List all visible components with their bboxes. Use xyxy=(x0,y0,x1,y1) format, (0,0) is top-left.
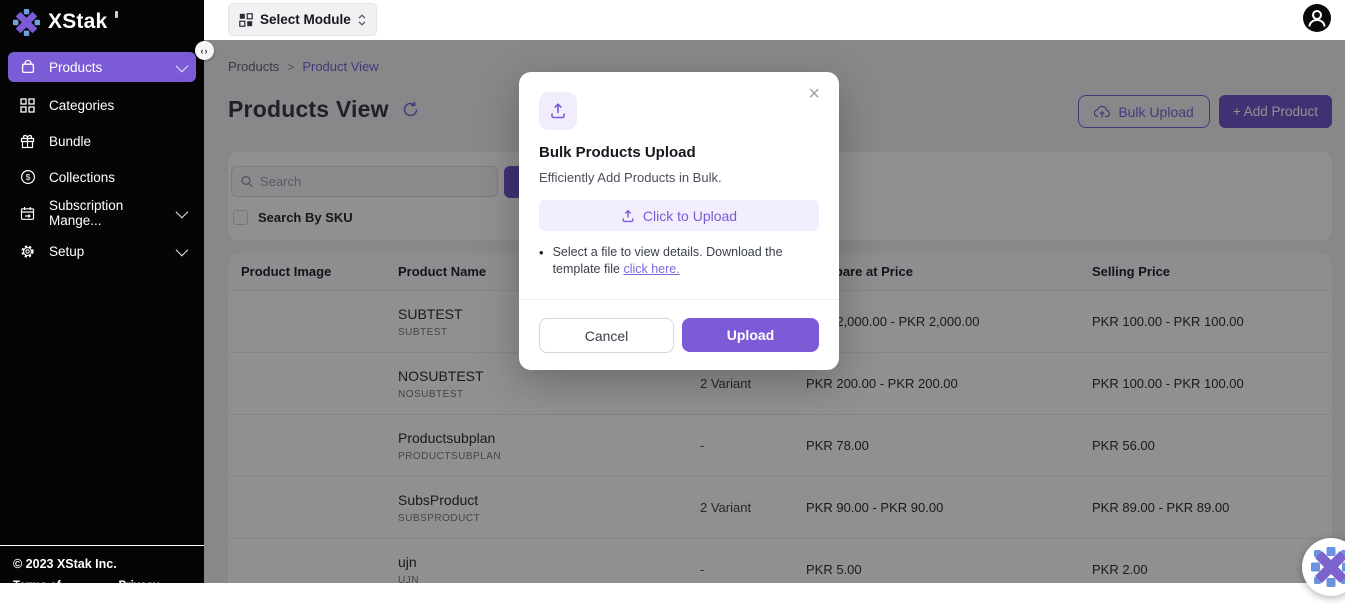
upload-icon-tile xyxy=(539,92,577,130)
template-note: • Select a file to view details. Downloa… xyxy=(539,244,825,278)
brand-trademark-tick xyxy=(115,11,118,18)
click-to-upload-button[interactable]: Click to Upload xyxy=(539,200,819,231)
copyright-text: © 2023 XStak Inc. xyxy=(13,557,191,571)
privacy-policy-link[interactable]: Privacy Policy xyxy=(118,580,191,604)
xstak-flower-icon xyxy=(13,9,40,36)
upload-icon xyxy=(549,102,567,120)
sidebar-item-products[interactable]: Products xyxy=(8,52,196,82)
sidebar-item-setup[interactable]: Setup xyxy=(8,236,196,266)
modules-grid-icon xyxy=(239,13,253,27)
close-icon[interactable]: × xyxy=(804,80,824,108)
select-module-button[interactable]: Select Module xyxy=(228,3,377,36)
select-module-label: Select Module xyxy=(260,12,351,27)
xstak-flower-icon xyxy=(1311,547,1345,587)
bag-icon xyxy=(19,59,36,76)
upload-icon xyxy=(621,209,635,223)
upload-button[interactable]: Upload xyxy=(682,318,819,352)
dollar-coin-icon: $ xyxy=(19,169,36,186)
gift-icon xyxy=(19,133,36,150)
grid-icon xyxy=(19,97,36,114)
sidebar-footer: © 2023 XStak Inc. Terms of Service Priva… xyxy=(0,545,204,604)
xstak-logo: XStak xyxy=(0,0,204,36)
click-to-upload-label: Click to Upload xyxy=(643,208,737,224)
svg-text:$: $ xyxy=(25,172,30,182)
bulk-upload-modal: × Bulk Products Upload Efficiently Add P… xyxy=(519,72,839,370)
updown-selector-icon xyxy=(358,14,366,26)
collapse-arrows-icon: ‹› xyxy=(201,46,209,56)
sidebar-item-subscription-management[interactable]: Subscription Mange... xyxy=(8,198,196,228)
sidebar-item-label: Bundle xyxy=(49,134,185,149)
download-template-link[interactable]: click here. xyxy=(623,262,679,276)
sidebar-item-label: Products xyxy=(49,60,163,75)
brand-name: XStak xyxy=(48,9,107,35)
main-content: Products > Product View Products View Bu… xyxy=(204,40,1345,583)
sidebar-item-categories[interactable]: Categories xyxy=(8,90,196,120)
chevron-down-icon xyxy=(176,205,189,218)
sidebar-item-label: Categories xyxy=(49,98,185,113)
topbar: Select Module xyxy=(204,0,1345,40)
sidebar-item-label: Setup xyxy=(49,244,163,259)
gear-icon xyxy=(19,243,36,260)
modal-divider xyxy=(519,299,839,300)
modal-subtitle: Efficiently Add Products in Bulk. xyxy=(539,170,722,185)
chevron-down-icon xyxy=(176,59,189,72)
calendar-icon xyxy=(19,205,36,222)
bullet-icon: • xyxy=(539,244,544,278)
person-icon xyxy=(1303,4,1331,32)
sidebar-collapse-toggle[interactable]: ‹› xyxy=(195,41,214,60)
terms-of-service-link[interactable]: Terms of Service xyxy=(13,580,98,604)
sidebar-nav: Products Categories Bundle xyxy=(0,52,204,266)
sidebar-item-collections[interactable]: $ Collections xyxy=(8,162,196,192)
sidebar-item-label: Collections xyxy=(49,170,185,185)
sidebar-item-label: Subscription Mange... xyxy=(49,198,163,228)
modal-title: Bulk Products Upload xyxy=(539,144,696,161)
sidebar: XStak Products Categories xyxy=(0,0,204,583)
cancel-button[interactable]: Cancel xyxy=(539,318,674,353)
xstak-floating-widget[interactable] xyxy=(1302,538,1345,596)
sidebar-item-bundle[interactable]: Bundle xyxy=(8,126,196,156)
chevron-down-icon xyxy=(176,243,189,256)
user-avatar[interactable] xyxy=(1303,4,1331,32)
